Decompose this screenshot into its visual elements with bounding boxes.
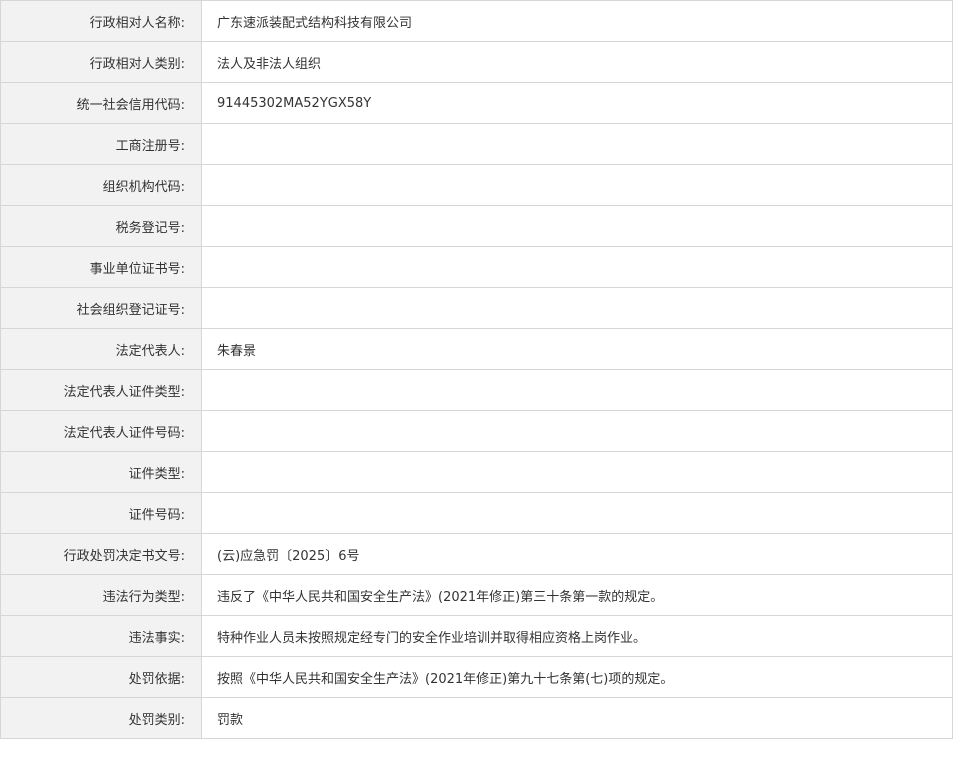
field-value: 按照《中华人民共和国安全生产法》(2021年修正)第九十七条第(七)项的规定。 [201,656,953,698]
field-label: 统一社会信用代码: [0,82,202,124]
table-row: 法定代表人证件号码: [0,410,953,452]
field-label: 税务登记号: [0,205,202,247]
field-value [201,451,953,493]
field-value: 朱春景 [201,328,953,370]
field-value [201,287,953,329]
table-row: 行政处罚决定书文号: (云)应急罚〔2025〕6号 [0,533,953,575]
table-row: 法定代表人证件类型: [0,369,953,411]
field-value [201,492,953,534]
table-row: 工商注册号: [0,123,953,165]
field-label: 法定代表人证件类型: [0,369,202,411]
table-row: 事业单位证书号: [0,246,953,288]
field-label: 法定代表人: [0,328,202,370]
field-value: 法人及非法人组织 [201,41,953,83]
field-label: 行政相对人类别: [0,41,202,83]
table-row: 处罚类别: 罚款 [0,697,953,739]
table-row: 违法行为类型: 违反了《中华人民共和国安全生产法》(2021年修正)第三十条第一… [0,574,953,616]
field-label: 证件类型: [0,451,202,493]
table-row: 法定代表人: 朱春景 [0,328,953,370]
table-row: 证件类型: [0,451,953,493]
table-row: 行政相对人类别: 法人及非法人组织 [0,41,953,83]
field-value: 违反了《中华人民共和国安全生产法》(2021年修正)第三十条第一款的规定。 [201,574,953,616]
field-label: 组织机构代码: [0,164,202,206]
table-row: 违法事实: 特种作业人员未按照规定经专门的安全作业培训并取得相应资格上岗作业。 [0,615,953,657]
field-value [201,369,953,411]
field-label: 行政相对人名称: [0,0,202,42]
field-value: 特种作业人员未按照规定经专门的安全作业培训并取得相应资格上岗作业。 [201,615,953,657]
field-value: 广东速派装配式结构科技有限公司 [201,0,953,42]
table-row: 社会组织登记证号: [0,287,953,329]
table-row: 处罚依据: 按照《中华人民共和国安全生产法》(2021年修正)第九十七条第(七)… [0,656,953,698]
field-value [201,410,953,452]
field-label: 法定代表人证件号码: [0,410,202,452]
field-value [201,123,953,165]
field-value: (云)应急罚〔2025〕6号 [201,533,953,575]
field-label: 证件号码: [0,492,202,534]
field-label: 处罚依据: [0,656,202,698]
field-value: 罚款 [201,697,953,739]
table-row: 统一社会信用代码: 91445302MA52YGX58Y [0,82,953,124]
field-label: 违法行为类型: [0,574,202,616]
field-label: 工商注册号: [0,123,202,165]
table-row: 税务登记号: [0,205,953,247]
field-label: 社会组织登记证号: [0,287,202,329]
table-row: 行政相对人名称: 广东速派装配式结构科技有限公司 [0,0,953,42]
table-row: 组织机构代码: [0,164,953,206]
field-value [201,205,953,247]
field-value: 91445302MA52YGX58Y [201,82,953,124]
field-label: 处罚类别: [0,697,202,739]
field-label: 行政处罚决定书文号: [0,533,202,575]
field-label: 事业单位证书号: [0,246,202,288]
field-value [201,246,953,288]
table-row: 证件号码: [0,492,953,534]
field-label: 违法事实: [0,615,202,657]
penalty-info-table: 行政相对人名称: 广东速派装配式结构科技有限公司 行政相对人类别: 法人及非法人… [0,0,953,739]
field-value [201,164,953,206]
